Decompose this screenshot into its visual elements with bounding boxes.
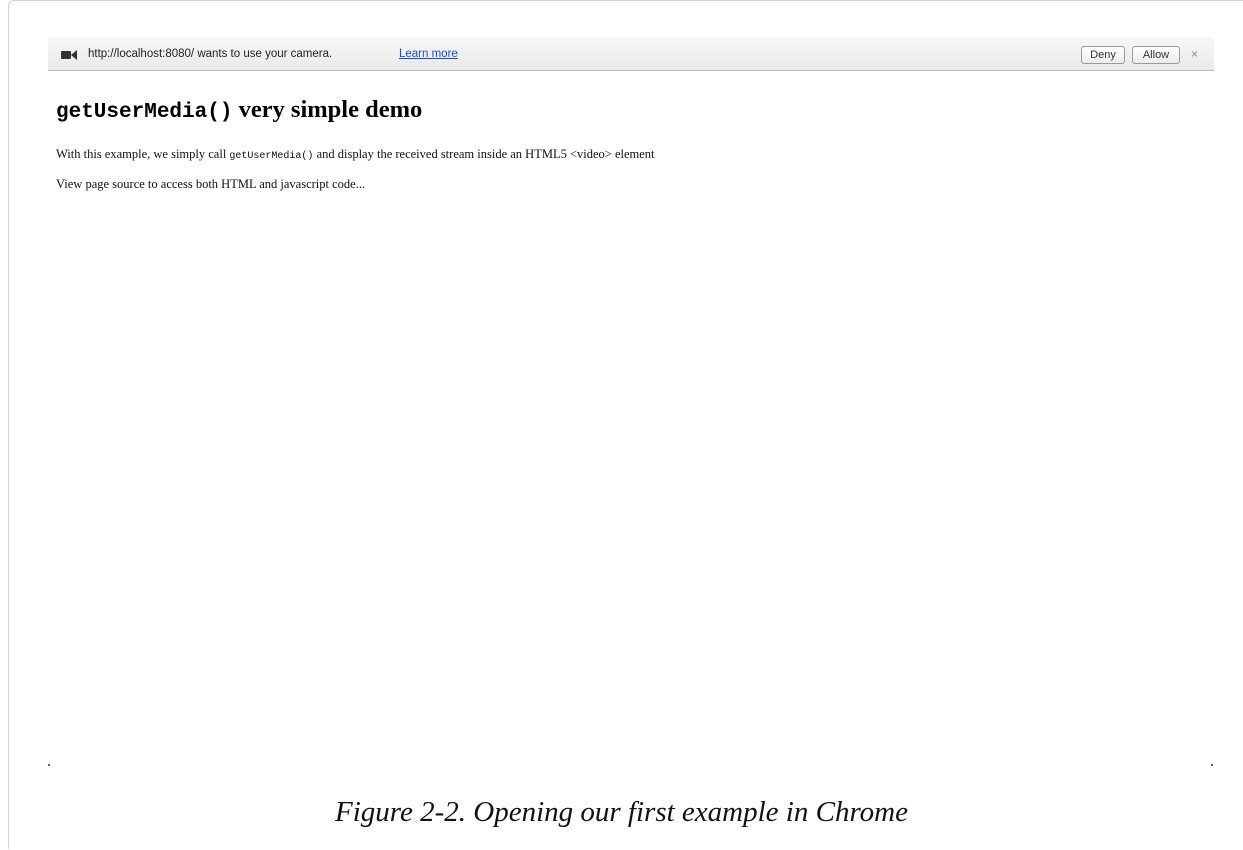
title-code: getUserMedia()	[56, 101, 233, 124]
permission-message: http://localhost:8080/ wants to use your…	[88, 48, 333, 60]
close-icon[interactable]: ×	[1191, 47, 1198, 61]
camera-icon	[61, 50, 77, 60]
title-text: very simple demo	[232, 96, 423, 123]
intro-paragraph: With this example, we simply call getUse…	[56, 147, 655, 162]
source-hint-paragraph: View page source to access both HTML and…	[56, 177, 366, 191]
intro-text-start: With this example, we simply call	[56, 147, 230, 161]
browser-screenshot: http://localhost:8080/ wants to use your…	[48, 38, 1214, 766]
corner-mark-left	[48, 764, 50, 766]
intro-text-end: and display the received stream inside a…	[313, 147, 655, 161]
learn-more-link[interactable]: Learn more	[399, 48, 458, 60]
permission-infobar: http://localhost:8080/ wants to use your…	[48, 38, 1214, 71]
deny-button[interactable]: Deny	[1081, 46, 1125, 64]
allow-button[interactable]: Allow	[1132, 46, 1180, 64]
corner-mark-right	[1211, 764, 1213, 766]
figure-caption: Figure 2-2. Opening our first example in…	[335, 796, 908, 828]
page-title: getUserMedia() very simple demo	[56, 96, 422, 124]
intro-code: getUserMedia()	[229, 151, 314, 162]
